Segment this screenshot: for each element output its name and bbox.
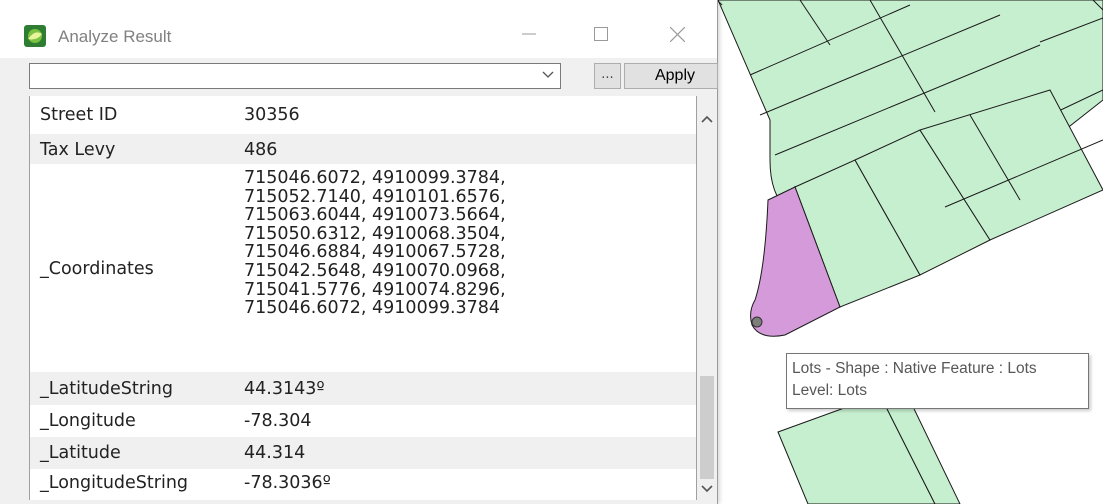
attribute-name: _Latitude <box>40 443 121 463</box>
attribute-value: 30356 <box>244 105 300 125</box>
attribute-row[interactable]: Street ID 30356 <box>30 98 696 128</box>
attribute-name: _LatitudeString <box>40 379 174 399</box>
attribute-row[interactable]: _Coordinates 715046.6072, 4910099.3784, … <box>30 165 696 371</box>
minimize-icon <box>522 33 536 35</box>
coordinate-line: 715046.6884, 4910067.5728, <box>244 242 506 263</box>
coordinate-line: 715046.6072, 4910099.3784, <box>244 168 506 188</box>
app-icon <box>24 25 46 47</box>
coordinate-line: 715050.6312, 4910068.3504, <box>244 223 506 244</box>
attribute-value: 486 <box>244 140 278 160</box>
attribute-value: -78.304 <box>244 411 312 431</box>
maximize-button[interactable] <box>576 14 626 54</box>
analyze-result-window: Analyze Result ... Apply Street ID 30356… <box>0 0 718 504</box>
scrollbar-thumb[interactable] <box>700 376 714 479</box>
attribute-row[interactable]: _LongitudeString -78.3036º <box>30 469 696 500</box>
attribute-name: Tax Levy <box>40 140 116 160</box>
minimize-button[interactable] <box>504 14 554 54</box>
snap-point-marker <box>751 316 763 328</box>
browse-button[interactable]: ... <box>594 63 621 89</box>
close-button[interactable] <box>652 14 702 54</box>
attribute-value: 715046.6072, 4910099.3784, 715052.7140, … <box>244 169 506 318</box>
vertical-scrollbar[interactable] <box>697 96 717 504</box>
attribute-name: _Longitude <box>40 411 136 431</box>
attribute-row[interactable]: _Latitude 44.314 <box>30 437 696 469</box>
scroll-down-icon[interactable] <box>701 484 713 494</box>
close-icon <box>669 26 685 42</box>
feature-selector-dropdown[interactable] <box>29 63 561 89</box>
coordinate-line: 715041.5776, 4910074.8296, <box>244 279 506 300</box>
attribute-row[interactable]: _Longitude -78.304 <box>30 405 696 437</box>
coordinate-line: 715042.5648, 4910070.0968, <box>244 260 506 281</box>
tooltip-line: Lots - Shape : Native Feature : Lots <box>792 360 1037 377</box>
attribute-name: _LongitudeString <box>40 473 189 493</box>
apply-button[interactable]: Apply <box>624 63 718 89</box>
scroll-up-icon[interactable] <box>701 114 713 124</box>
attribute-row[interactable]: _LatitudeString 44.3143º <box>30 372 696 405</box>
tooltip-line: Level: Lots <box>792 382 867 399</box>
coordinate-line: 715063.6044, 4910073.5664, <box>244 205 506 226</box>
attribute-name: _Coordinates <box>40 259 154 279</box>
attribute-value: 44.314 <box>244 443 306 463</box>
coordinate-line: 715046.6072, 4910099.3784 <box>244 298 501 319</box>
window-title: Analyze Result <box>58 27 172 46</box>
attribute-value: 44.3143º <box>244 379 325 399</box>
attribute-row[interactable]: Tax Levy 486 <box>30 134 696 164</box>
coordinate-line: 715052.7140, 4910101.6576, <box>244 186 506 207</box>
feature-tooltip: Lots - Shape : Native Feature : Lots Lev… <box>786 353 1089 409</box>
attribute-value: -78.3036º <box>244 473 331 493</box>
attribute-grid: Street ID 30356 Tax Levy 486 _Coordinate… <box>29 96 697 500</box>
title-bar[interactable]: Analyze Result <box>0 0 717 58</box>
toolbar: ... Apply <box>0 58 718 96</box>
maximize-icon <box>594 27 608 41</box>
attribute-name: Street ID <box>40 105 118 125</box>
chevron-down-icon[interactable] <box>542 70 554 80</box>
